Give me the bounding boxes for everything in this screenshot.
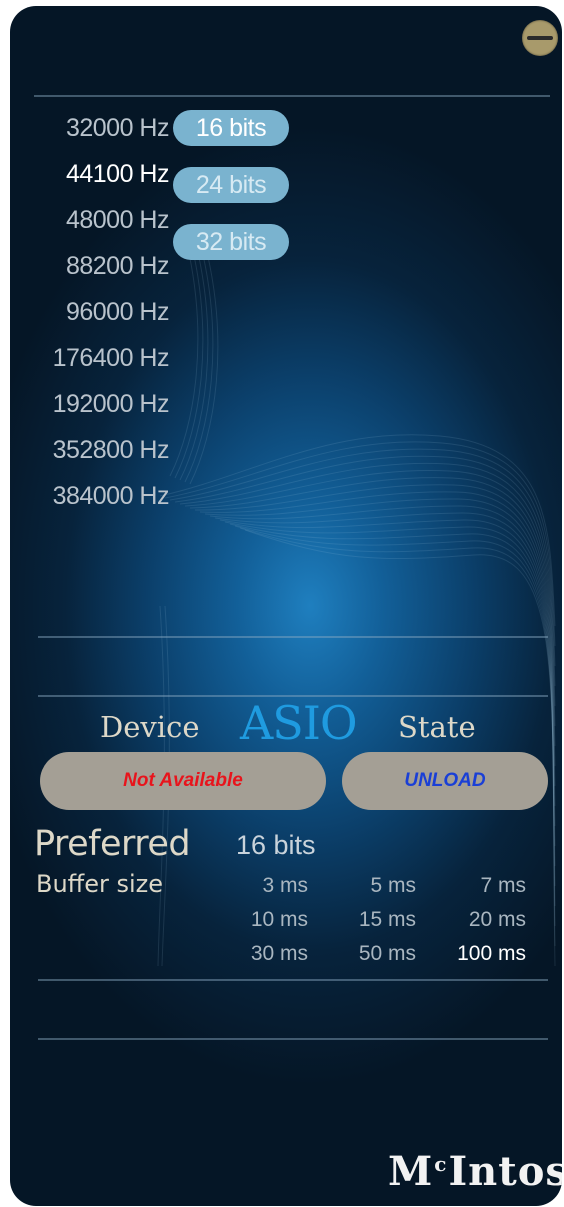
divider — [38, 636, 548, 638]
unload-button[interactable]: UNLOAD — [342, 752, 548, 810]
preferred-label: Preferred — [34, 824, 191, 864]
sample-rate-option[interactable]: 32000 Hz — [66, 114, 170, 143]
asio-settings-panel: 32000 Hz 44100 Hz 48000 Hz 88200 Hz 9600… — [10, 6, 562, 1206]
sample-rate-option[interactable]: 384000 Hz — [53, 482, 170, 511]
asio-title: ASIO — [240, 696, 358, 750]
buffer-option[interactable]: 5 ms — [306, 874, 416, 898]
buffer-option[interactable]: 20 ms — [416, 908, 526, 932]
buffer-option[interactable]: 30 ms — [198, 942, 308, 966]
buffer-option[interactable]: 10 ms — [198, 908, 308, 932]
sample-rate-option[interactable]: 88200 Hz — [66, 252, 170, 281]
buffer-option[interactable]: 15 ms — [306, 908, 416, 932]
sample-rate-option[interactable]: 352800 Hz — [53, 436, 170, 465]
bit-depth-option[interactable]: 24 bits — [173, 167, 289, 203]
divider — [38, 979, 548, 981]
bit-depth-option-selected[interactable]: 16 bits — [173, 110, 289, 146]
buffer-option[interactable]: 50 ms — [306, 942, 416, 966]
sample-rate-option-selected[interactable]: 44100 Hz — [66, 160, 170, 189]
device-label: Device — [100, 710, 200, 744]
buffer-size-label: Buffer size — [36, 870, 164, 898]
sample-rate-option[interactable]: 48000 Hz — [66, 206, 170, 235]
sample-rate-option[interactable]: 96000 Hz — [66, 298, 170, 327]
buffer-option[interactable]: 7 ms — [416, 874, 526, 898]
sample-rate-option[interactable]: 192000 Hz — [53, 390, 170, 419]
bit-depth-option[interactable]: 32 bits — [173, 224, 289, 260]
unload-button-label: UNLOAD — [404, 770, 486, 791]
divider — [38, 1038, 548, 1040]
minimize-icon[interactable] — [522, 20, 558, 56]
device-status: Not Available — [40, 752, 326, 810]
mcintosh-logo: McIntosh — [388, 1148, 562, 1195]
buffer-option[interactable]: 3 ms — [198, 874, 308, 898]
state-label: State — [398, 710, 476, 744]
buffer-option-selected[interactable]: 100 ms — [416, 942, 526, 966]
sample-rate-option[interactable]: 176400 Hz — [53, 344, 170, 373]
divider — [34, 95, 550, 97]
device-status-text: Not Available — [123, 770, 243, 791]
preferred-bits-value: 16 bits — [236, 830, 316, 860]
